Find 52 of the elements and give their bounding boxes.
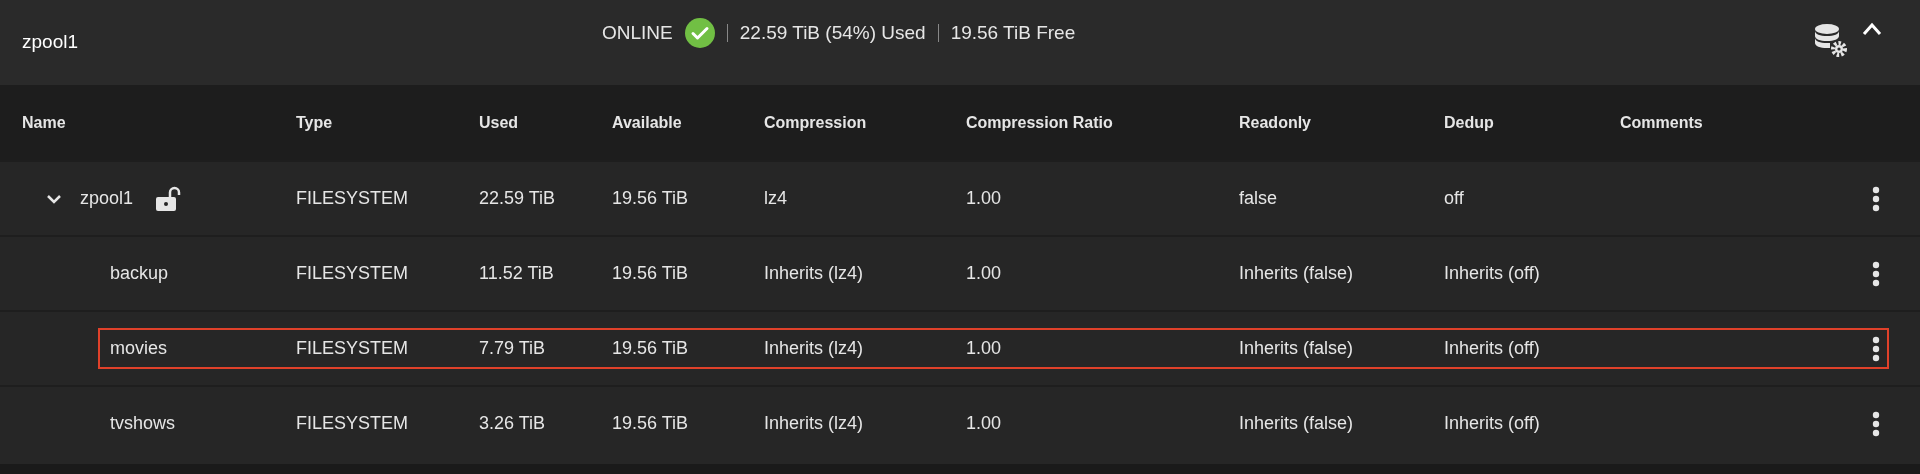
dataset-name[interactable]: backup	[110, 260, 169, 287]
table-cell-text: lz4	[764, 187, 788, 210]
column-header[interactable]: Used	[479, 110, 612, 135]
dataset-name[interactable]: movies	[110, 335, 167, 362]
column-header[interactable]: Name	[22, 110, 296, 135]
table-cell-text: 1.00	[966, 412, 1003, 435]
table-cell-text: Inherits (lz4)	[764, 412, 865, 435]
more-options-icon[interactable]	[1872, 260, 1880, 287]
chevron-down-icon[interactable]	[46, 193, 62, 204]
column-header[interactable]: Compression	[764, 110, 966, 135]
table-cell-text: Inherits (false)	[1239, 412, 1355, 435]
table-cell-text: 3.26 TiB	[479, 412, 547, 435]
table-cell-text: 19.56 TiB	[612, 337, 690, 360]
table-cell-text: 7.79 TiB	[479, 337, 547, 360]
table-cell-text: false	[1239, 187, 1279, 210]
pool-status: ONLINE	[602, 20, 673, 45]
pool-name: zpool1	[22, 30, 78, 55]
table-cell-text: 19.56 TiB	[612, 412, 690, 435]
column-header[interactable]: Comments	[1620, 110, 1880, 135]
table-cell-text: Inherits (lz4)	[764, 262, 865, 285]
column-header[interactable]: Readonly	[1239, 110, 1444, 135]
column-header[interactable]: Compression Ratio	[966, 110, 1239, 135]
table-cell-text: 22.59 TiB	[479, 187, 557, 210]
table-cell-text: 1.00	[966, 187, 1003, 210]
table-cell-text: Inherits (off)	[1444, 337, 1541, 360]
table-cell-text: FILESYSTEM	[296, 187, 410, 210]
column-header[interactable]: Available	[612, 110, 764, 135]
database-settings-icon[interactable]	[1814, 22, 1848, 58]
table-cell-text: 19.56 TiB	[612, 262, 690, 285]
table-cell-text: Inherits (false)	[1239, 337, 1355, 360]
dataset-name[interactable]: tvshows	[110, 410, 176, 437]
dataset-name[interactable]: zpool1	[80, 185, 134, 212]
table-cell-text: off	[1444, 187, 1465, 210]
more-options-icon[interactable]	[1872, 410, 1880, 437]
table-cell-text: FILESYSTEM	[296, 337, 410, 360]
more-options-icon[interactable]	[1872, 335, 1880, 362]
table-cell-text: FILESYSTEM	[296, 262, 410, 285]
pool-free: 19.56 TiB Free	[950, 20, 1076, 45]
column-header[interactable]: Dedup	[1444, 110, 1620, 135]
collapse-chevron-icon[interactable]	[1862, 22, 1882, 36]
table-cell-text: Inherits (off)	[1444, 412, 1541, 435]
table-cell-text: FILESYSTEM	[296, 412, 410, 435]
table-cell-text: 19.56 TiB	[612, 187, 690, 210]
table-cell-text: Inherits (false)	[1239, 262, 1355, 285]
pool-used: 22.59 TiB (54%) Used	[739, 20, 926, 45]
more-options-icon[interactable]	[1872, 185, 1880, 212]
table-cell-text: 1.00	[966, 337, 1003, 360]
table-cell-text: 1.00	[966, 262, 1003, 285]
table-cell-text: Inherits (lz4)	[764, 337, 865, 360]
column-header[interactable]: Type	[296, 110, 479, 135]
table-cell-text: Inherits (off)	[1444, 262, 1541, 285]
table-cell-text: 11.52 TiB	[479, 262, 555, 285]
